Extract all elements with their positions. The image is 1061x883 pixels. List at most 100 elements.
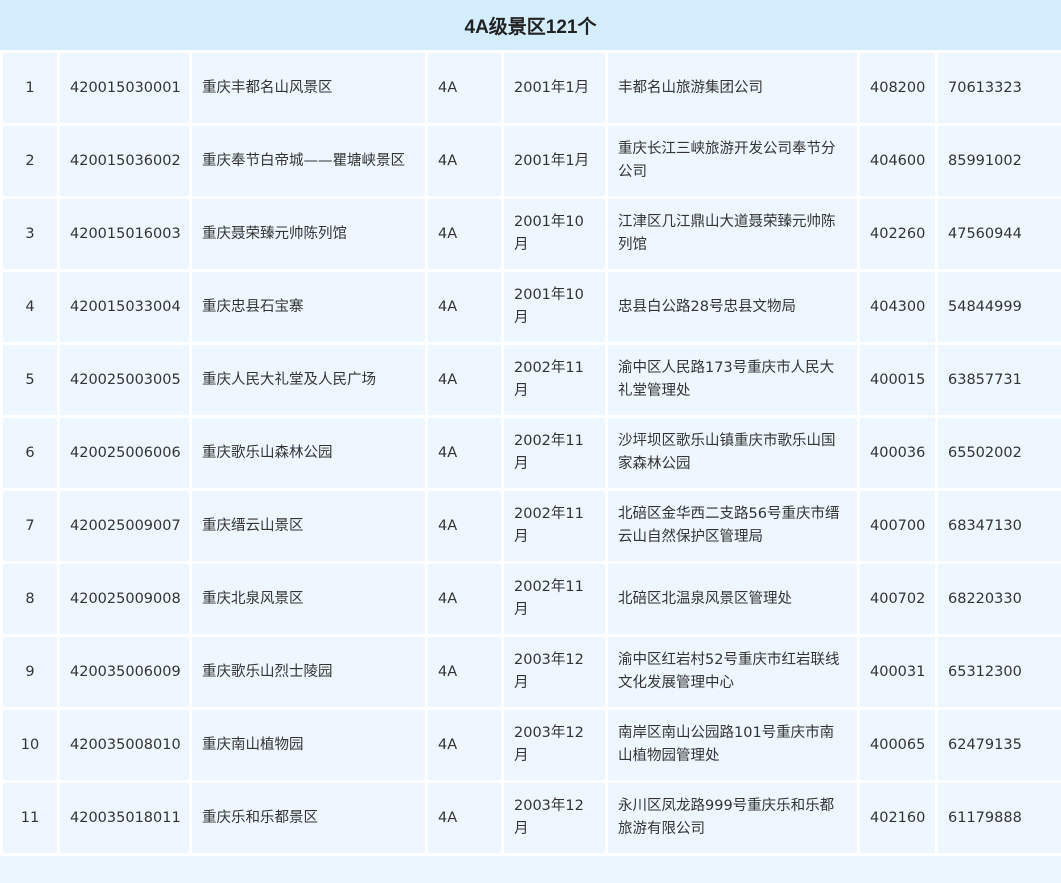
phone-number-cell: 68347130 xyxy=(938,491,1061,561)
phone-number-cell: 62479135 xyxy=(938,710,1061,780)
phone-number-cell: 70613323 xyxy=(938,53,1061,123)
management-unit-cell: 沙坪坝区歌乐山镇重庆市歌乐山国家森林公园 xyxy=(608,418,857,488)
management-unit-cell: 永川区凤龙路999号重庆乐和乐都旅游有限公司 xyxy=(608,783,857,853)
rating-date-cell: 2002年11月 xyxy=(504,491,605,561)
phone-number-cell: 47560944 xyxy=(938,199,1061,269)
scenic-code-cell: 420015016003 xyxy=(60,199,189,269)
rating-date-cell: 2003年12月 xyxy=(504,783,605,853)
scenic-level-cell: 4A xyxy=(428,491,501,561)
rating-date-cell: 2003年12月 xyxy=(504,637,605,707)
management-unit-cell: 重庆长江三峡旅游开发公司奉节分公司 xyxy=(608,126,857,196)
rating-date-cell: 2001年1月 xyxy=(504,53,605,123)
postcode-cell: 402160 xyxy=(860,783,935,853)
postcode-cell: 400031 xyxy=(860,637,935,707)
phone-number-cell: 63857731 xyxy=(938,345,1061,415)
scenic-level-cell: 4A xyxy=(428,783,501,853)
scenic-level-cell: 4A xyxy=(428,126,501,196)
scenic-code-cell: 420015036002 xyxy=(60,126,189,196)
table-row: 3 420015016003 重庆聂荣臻元帅陈列馆 4A 2001年10月 江津区几江鼎山… xyxy=(3,199,1061,269)
phone-number-cell: 68220330 xyxy=(938,564,1061,634)
row-index-cell: 2 xyxy=(3,126,57,196)
rating-date-cell: 2002年11月 xyxy=(504,564,605,634)
table-row: 6 420025006006 重庆歌乐山森林公园 4A 2002年11月 沙坪坝区歌乐山镇… xyxy=(3,418,1061,488)
table-row: 7 420025009007 重庆缙云山景区 4A 2002年11月 北碚区金华西二支路5… xyxy=(3,491,1061,561)
scenic-code-cell: 420025006006 xyxy=(60,418,189,488)
scenic-name-cell: 重庆乐和乐都景区 xyxy=(192,783,425,853)
row-index-cell: 5 xyxy=(3,345,57,415)
management-unit-cell: 北碚区北温泉风景区管理处 xyxy=(608,564,857,634)
page: 4A级景区121个 1 420015030001 重庆丰都名山风景区 4A 2001年1… xyxy=(0,0,1061,883)
scenic-name-cell: 重庆忠县石宝寨 xyxy=(192,272,425,342)
row-index-cell: 3 xyxy=(3,199,57,269)
phone-number-cell: 54844999 xyxy=(938,272,1061,342)
management-unit-cell: 渝中区人民路173号重庆市人民大礼堂管理处 xyxy=(608,345,857,415)
scenic-name-cell: 重庆聂荣臻元帅陈列馆 xyxy=(192,199,425,269)
row-index-cell: 8 xyxy=(3,564,57,634)
scenic-name-cell: 重庆歌乐山烈士陵园 xyxy=(192,637,425,707)
management-unit-cell: 丰都名山旅游集团公司 xyxy=(608,53,857,123)
table-title: 4A级景区121个 xyxy=(0,0,1061,50)
management-unit-cell: 南岸区南山公园路101号重庆市南山植物园管理处 xyxy=(608,710,857,780)
row-index-cell: 10 xyxy=(3,710,57,780)
rating-date-cell: 2001年1月 xyxy=(504,126,605,196)
phone-number-cell: 85991002 xyxy=(938,126,1061,196)
postcode-cell: 404600 xyxy=(860,126,935,196)
scenic-code-cell: 420035006009 xyxy=(60,637,189,707)
rating-date-cell: 2003年12月 xyxy=(504,710,605,780)
rating-date-cell: 2001年10月 xyxy=(504,199,605,269)
table-row: 4 420015033004 重庆忠县石宝寨 4A 2001年10月 忠县白公路28号忠县… xyxy=(3,272,1061,342)
postcode-cell: 400702 xyxy=(860,564,935,634)
rating-date-cell: 2001年10月 xyxy=(504,272,605,342)
row-index-cell: 1 xyxy=(3,53,57,123)
scenic-level-cell: 4A xyxy=(428,637,501,707)
scenic-level-cell: 4A xyxy=(428,199,501,269)
scenic-name-cell: 重庆人民大礼堂及人民广场 xyxy=(192,345,425,415)
scenic-code-cell: 420015030001 xyxy=(60,53,189,123)
scenic-code-cell: 420015033004 xyxy=(60,272,189,342)
scenic-name-cell: 重庆丰都名山风景区 xyxy=(192,53,425,123)
row-index-cell: 4 xyxy=(3,272,57,342)
row-index-cell: 6 xyxy=(3,418,57,488)
phone-number-cell: 65502002 xyxy=(938,418,1061,488)
scenic-code-cell: 420035008010 xyxy=(60,710,189,780)
table-row: 2 420015036002 重庆奉节白帝城——瞿塘峡景区 4A 2001年1月 重庆长江… xyxy=(3,126,1061,196)
postcode-cell: 400036 xyxy=(860,418,935,488)
scenic-name-cell: 重庆歌乐山森林公园 xyxy=(192,418,425,488)
scenic-name-cell: 重庆南山植物园 xyxy=(192,710,425,780)
postcode-cell: 402260 xyxy=(860,199,935,269)
scenic-level-cell: 4A xyxy=(428,272,501,342)
table-row: 1 420015030001 重庆丰都名山风景区 4A 2001年1月 丰都名山旅游集团公… xyxy=(3,53,1061,123)
scenic-level-cell: 4A xyxy=(428,710,501,780)
table-row: 9 420035006009 重庆歌乐山烈士陵园 4A 2003年12月 渝中区红岩村52… xyxy=(3,637,1061,707)
table-row: 10 420035008010 重庆南山植物园 4A 2003年12月 南岸区南山公园路1… xyxy=(3,710,1061,780)
table-row: 11 420035018011 重庆乐和乐都景区 4A 2003年12月 永川区凤龙路99… xyxy=(3,783,1061,853)
scenic-level-cell: 4A xyxy=(428,53,501,123)
row-index-cell: 7 xyxy=(3,491,57,561)
management-unit-cell: 北碚区金华西二支路56号重庆市缙云山自然保护区管理局 xyxy=(608,491,857,561)
postcode-cell: 404300 xyxy=(860,272,935,342)
phone-number-cell: 65312300 xyxy=(938,637,1061,707)
rating-date-cell: 2002年11月 xyxy=(504,418,605,488)
scenic-code-cell: 420025009007 xyxy=(60,491,189,561)
postcode-cell: 400700 xyxy=(860,491,935,561)
scenic-code-cell: 420025003005 xyxy=(60,345,189,415)
phone-number-cell: 61179888 xyxy=(938,783,1061,853)
management-unit-cell: 江津区几江鼎山大道聂荣臻元帅陈列馆 xyxy=(608,199,857,269)
management-unit-cell: 渝中区红岩村52号重庆市红岩联线文化发展管理中心 xyxy=(608,637,857,707)
scenic-area-table: 1 420015030001 重庆丰都名山风景区 4A 2001年1月 丰都名山旅游集团公… xyxy=(0,50,1061,856)
scenic-level-cell: 4A xyxy=(428,345,501,415)
row-index-cell: 11 xyxy=(3,783,57,853)
scenic-code-cell: 420035018011 xyxy=(60,783,189,853)
postcode-cell: 400065 xyxy=(860,710,935,780)
postcode-cell: 408200 xyxy=(860,53,935,123)
scenic-level-cell: 4A xyxy=(428,564,501,634)
scenic-level-cell: 4A xyxy=(428,418,501,488)
row-index-cell: 9 xyxy=(3,637,57,707)
scenic-code-cell: 420025009008 xyxy=(60,564,189,634)
rating-date-cell: 2002年11月 xyxy=(504,345,605,415)
scenic-name-cell: 重庆北泉风景区 xyxy=(192,564,425,634)
management-unit-cell: 忠县白公路28号忠县文物局 xyxy=(608,272,857,342)
scenic-name-cell: 重庆奉节白帝城——瞿塘峡景区 xyxy=(192,126,425,196)
postcode-cell: 400015 xyxy=(860,345,935,415)
table-row: 5 420025003005 重庆人民大礼堂及人民广场 4A 2002年11月 渝中区人民… xyxy=(3,345,1061,415)
